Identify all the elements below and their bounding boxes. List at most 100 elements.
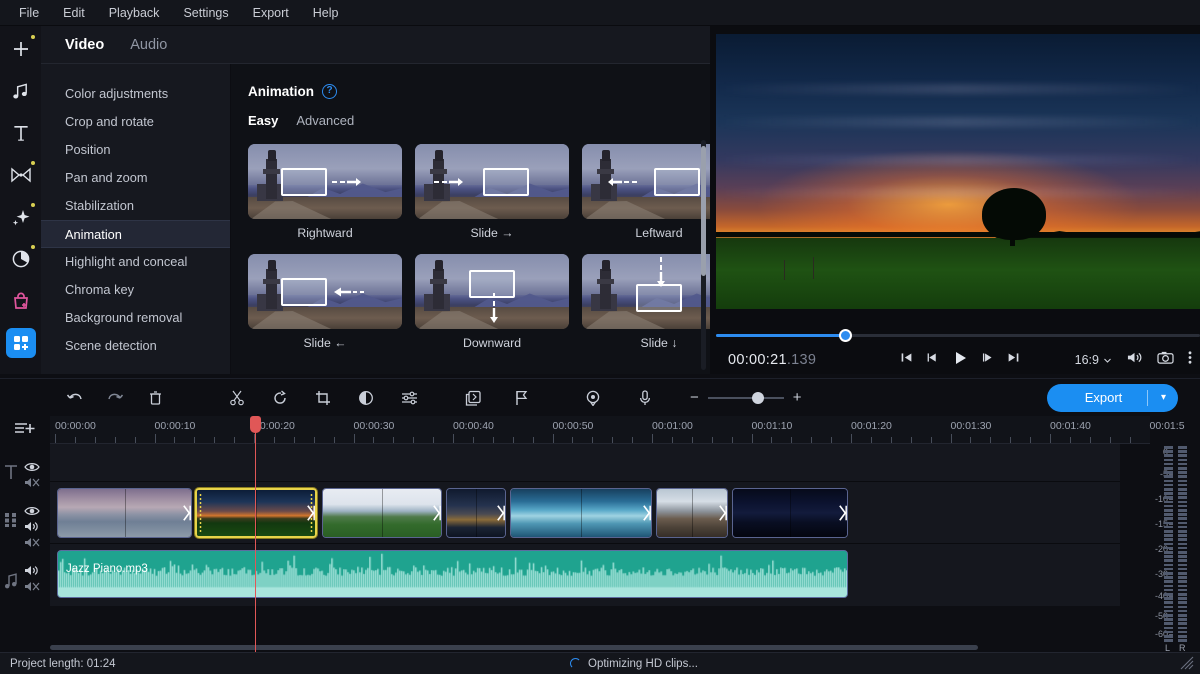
go-to-start-button[interactable] [900,351,913,369]
property-item-highlight-and-conceal[interactable]: Highlight and conceal [41,248,230,276]
clip-mountain-snow[interactable] [656,488,728,538]
play-button[interactable] [952,350,968,371]
snapshot-icon[interactable] [1157,350,1174,370]
menu-item-settings[interactable]: Settings [172,2,239,24]
clip-transition-handle[interactable] [182,503,192,523]
transitions-icon[interactable] [6,160,36,190]
pin-button[interactable] [578,383,608,413]
zoom-out-button[interactable]: − [690,389,699,406]
clip-lake-sunrise[interactable] [57,488,192,538]
marker-button[interactable] [506,383,536,413]
audio-track-lane[interactable]: Jazz Piano.mp3 [50,544,1120,606]
clip-clouds-sky[interactable] [510,488,652,538]
timeline-horizontal-scrollbar[interactable] [50,645,978,650]
animation-preset-leftward[interactable]: Leftward [582,144,710,240]
animation-preset-slide[interactable]: Slide ↓ [582,254,710,350]
more-tools-icon[interactable] [6,328,36,358]
clip-transition-handle[interactable] [642,503,652,523]
property-item-scene-detection[interactable]: Scene detection [41,332,230,360]
effects-icon[interactable] [6,202,36,232]
preview-seek-bar[interactable] [716,328,1200,342]
menu-item-export[interactable]: Export [242,2,300,24]
menu-item-help[interactable]: Help [302,2,350,24]
filters-icon[interactable] [6,244,36,274]
titles-icon[interactable] [6,118,36,148]
clip-night-sky[interactable] [732,488,848,538]
seek-handle[interactable] [839,329,852,342]
title-track-lane[interactable] [50,444,1120,482]
ruler-tick [951,434,952,443]
store-icon[interactable] [6,286,36,316]
music-icon[interactable] [6,76,36,106]
animation-tab-advanced[interactable]: Advanced [296,113,354,128]
property-item-animation[interactable]: Animation [41,220,230,248]
delete-button[interactable] [140,383,170,413]
audio-track-mute-icon[interactable] [24,580,40,598]
redo-button[interactable] [100,383,130,413]
split-button[interactable] [222,383,252,413]
aspect-ratio-selector[interactable]: 16:9 [1075,353,1112,367]
title-track-mute-icon[interactable] [24,476,40,494]
menu-item-playback[interactable]: Playback [98,2,171,24]
playhead[interactable] [255,416,256,652]
animation-preset-downward[interactable]: Downward [415,254,569,350]
clip-transition-handle[interactable] [306,503,316,523]
animation-preset-slide[interactable]: Slide ← [248,254,402,350]
tab-audio[interactable]: Audio [130,37,167,53]
clip-field-sunset[interactable] [195,488,317,538]
property-item-crop-and-rotate[interactable]: Crop and rotate [41,108,230,136]
playhead-handle[interactable] [250,416,261,433]
animation-preset-rightward[interactable]: Rightward [248,144,402,240]
clip-trim-handle-left[interactable] [199,493,202,533]
record-audio-button[interactable] [630,383,660,413]
clip-properties-button[interactable] [458,383,488,413]
zoom-in-button[interactable]: + [793,389,802,406]
audio-clip-label: Jazz Piano.mp3 [66,563,148,575]
import-add-icon[interactable] [6,34,36,64]
resize-grip[interactable] [1180,656,1196,672]
menu-item-edit[interactable]: Edit [52,2,96,24]
add-track-button[interactable] [14,420,36,443]
property-item-chroma-key[interactable]: Chroma key [41,276,230,304]
video-track-lane[interactable] [50,482,1120,544]
property-item-stabilization[interactable]: Stabilization [41,192,230,220]
menu-item-file[interactable]: File [8,2,50,24]
panel-header: Animation ? [231,64,710,99]
undo-button[interactable] [60,383,90,413]
more-options-icon[interactable] [1188,350,1192,370]
volume-icon[interactable] [1126,350,1143,370]
next-frame-button[interactable] [981,351,994,369]
zoom-track[interactable] [708,397,784,399]
ruler-tick [473,437,474,443]
zoom-handle[interactable] [752,392,764,404]
clip-transition-handle[interactable] [432,503,442,523]
clip-transition-handle[interactable] [838,503,848,523]
clip-transition-handle[interactable] [496,503,506,523]
property-item-color-adjustments[interactable]: Color adjustments [41,80,230,108]
color-adjust-button[interactable] [351,383,381,413]
crop-button[interactable] [308,383,338,413]
property-item-background-removal[interactable]: Background removal [41,304,230,332]
clip-transition-handle[interactable] [718,503,728,523]
timeline-ruler[interactable]: 00:00:0000:00:1000:00:2000:00:3000:00:40… [50,416,1150,444]
help-icon[interactable]: ? [322,84,337,99]
ruler-tick [75,437,76,443]
go-to-end-button[interactable] [1007,351,1020,369]
clip-mountain-meadow[interactable] [322,488,442,538]
animation-tab-easy[interactable]: Easy [248,113,278,128]
property-item-pan-and-zoom[interactable]: Pan and zoom [41,164,230,192]
rotate-button[interactable] [265,383,295,413]
audio-clip-jazz-piano[interactable]: Jazz Piano.mp3 [57,550,848,598]
animation-preset-slide[interactable]: Slide → [415,144,569,240]
clip-city-dusk[interactable] [446,488,506,538]
panel-scrollbar-thumb[interactable] [701,146,706,276]
seek-fill [716,334,845,337]
meter-segment [1164,517,1173,520]
audio-properties-button[interactable] [394,383,424,413]
tab-video[interactable]: Video [65,37,104,53]
export-button[interactable]: Export ▾ [1047,384,1178,412]
property-item-position[interactable]: Position [41,136,230,164]
export-dropdown-caret[interactable]: ▾ [1161,392,1166,403]
video-track-mute-icon[interactable] [24,536,40,554]
previous-frame-button[interactable] [926,351,939,369]
